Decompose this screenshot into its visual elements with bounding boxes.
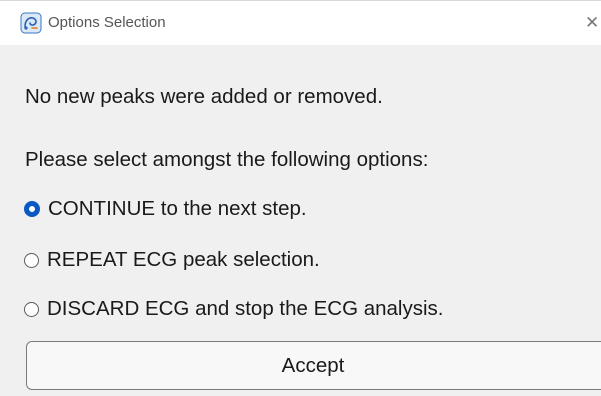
status-message: No new peaks were added or removed. (25, 85, 383, 108)
accept-button[interactable]: Accept (26, 341, 601, 390)
window-title: Options Selection (48, 14, 166, 31)
option-label: DISCARD ECG and stop the ECG analysis. (47, 297, 444, 320)
options-selection-window: Options Selection ✕ No new peaks were ad… (0, 0, 601, 396)
radio-selected-icon[interactable] (24, 201, 40, 217)
radio-unselected-icon[interactable] (24, 252, 39, 268)
option-label: CONTINUE to the next step. (48, 197, 307, 220)
close-button[interactable]: ✕ (585, 11, 601, 35)
option-continue[interactable]: CONTINUE to the next step. (24, 195, 307, 223)
app-icon (20, 12, 42, 34)
accept-button-label: Accept (281, 353, 345, 377)
option-label: REPEAT ECG peak selection. (47, 248, 320, 271)
option-discard[interactable]: DISCARD ECG and stop the ECG analysis. (24, 295, 444, 323)
title-bar: Options Selection ✕ (0, 1, 601, 45)
instruction-message: Please select amongst the following opti… (25, 148, 429, 171)
radio-unselected-icon[interactable] (24, 301, 39, 317)
option-repeat[interactable]: REPEAT ECG peak selection. (24, 246, 320, 274)
